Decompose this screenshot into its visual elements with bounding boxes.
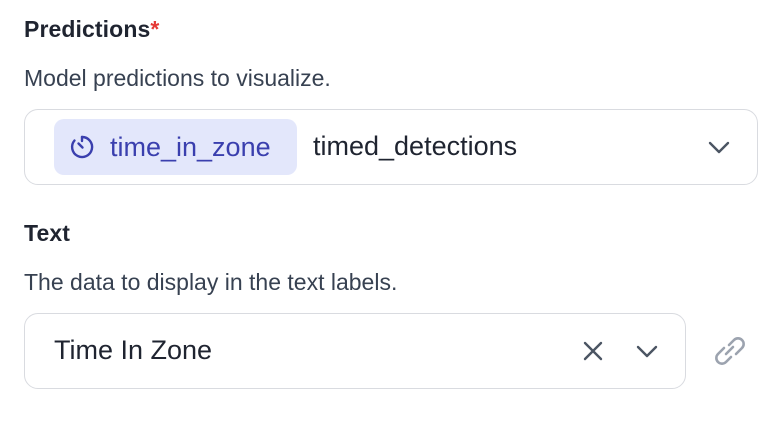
text-title: Text [24,220,70,246]
required-asterisk: * [150,16,160,42]
predictions-tag[interactable]: time_in_zone [54,119,297,175]
text-description: The data to display in the text labels. [24,269,398,295]
timer-icon [70,135,94,159]
predictions-title: Predictions* [24,16,159,43]
text-value: Time In Zone [54,335,213,365]
chevron-down-icon[interactable] [708,141,730,155]
predictions-value: timed_detections [313,131,518,161]
text-select[interactable]: Time In Zone [24,313,686,389]
predictions-tag-label: time_in_zone [110,131,271,162]
predictions-description: Model predictions to visualize. [24,65,331,91]
link-icon[interactable] [709,335,751,367]
clear-icon[interactable] [583,341,603,361]
chevron-down-icon[interactable] [636,345,658,359]
predictions-select[interactable]: time_in_zone timed_detections [24,109,758,185]
predictions-title-text: Predictions [24,16,151,42]
